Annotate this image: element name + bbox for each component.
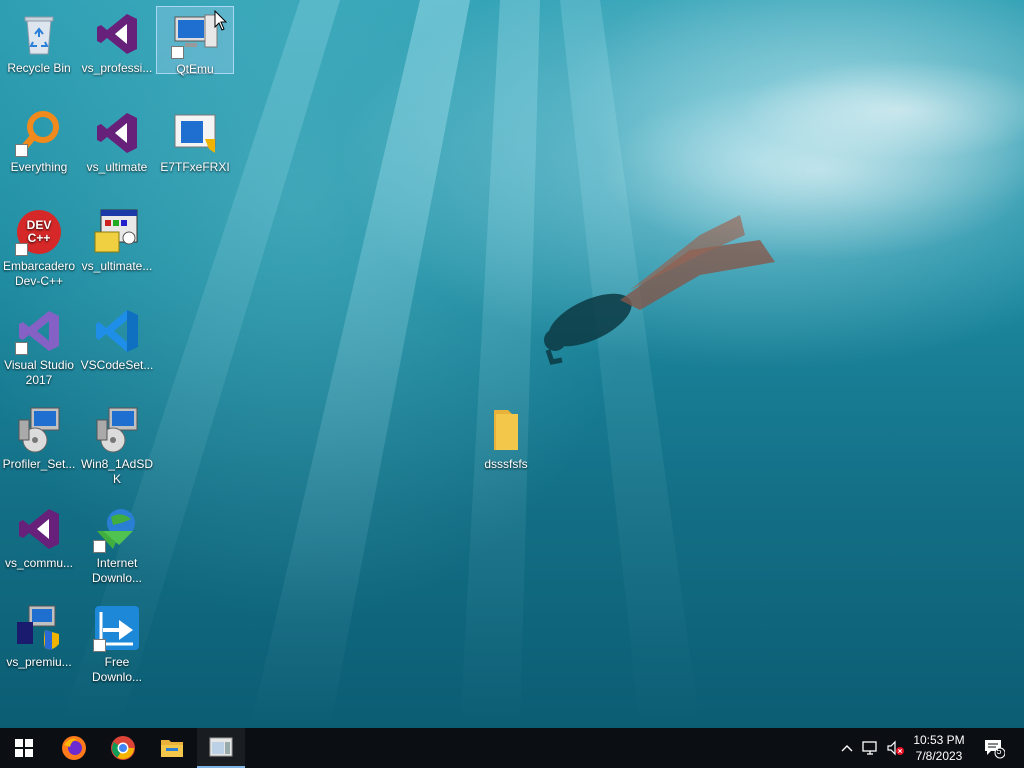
desktop-icon-label: vs_ultimate xyxy=(86,160,148,174)
volume-muted-icon xyxy=(887,740,904,756)
desktop-icon-label: Free Downlo... xyxy=(91,655,143,684)
taskbar-clock[interactable]: 10:53 PM 7/8/2023 xyxy=(906,732,972,766)
desktop[interactable]: Recycle Bin Everything DEV C++ Embarcade… xyxy=(0,0,1024,728)
window-shortcut-icon xyxy=(171,109,219,157)
internet-download-manager-icon[interactable]: Internet Downlo... xyxy=(78,501,156,593)
mouse-cursor-icon xyxy=(214,10,228,31)
notification-count-badge: 5 xyxy=(996,746,1002,756)
devcpp-logo-icon: DEV C++ xyxy=(15,208,63,256)
firefox-icon xyxy=(62,736,86,760)
network-button[interactable] xyxy=(860,728,882,768)
folder-icon xyxy=(161,740,183,757)
desktop-icon-label: VSCodeSet... xyxy=(80,358,154,372)
devcpp-icon[interactable]: DEV C++ Embarcadero Dev-C++ xyxy=(0,204,78,290)
vs-premium-icon[interactable]: vs_premiu... xyxy=(0,600,78,692)
visual-studio-logo-icon xyxy=(93,10,141,58)
vs-ultimate-icon[interactable]: vs_ultimate xyxy=(78,105,156,197)
installer-icon xyxy=(93,406,141,454)
globe-download-icon xyxy=(93,505,141,553)
desktop-icon-label: QtEmu xyxy=(176,62,214,76)
desktop-icon-label: Everything xyxy=(10,160,68,174)
taskbar-file-explorer-button[interactable] xyxy=(148,728,196,768)
free-download-manager-icon[interactable]: Free Downlo... xyxy=(78,600,156,692)
desktop-icon-label: Internet Downlo... xyxy=(91,556,143,585)
taskbar-window-button[interactable] xyxy=(197,728,245,768)
arrow-download-icon xyxy=(93,604,141,652)
volume-button[interactable] xyxy=(884,728,906,768)
svg-text:C++: C++ xyxy=(28,231,51,245)
visual-studio-logo-icon xyxy=(15,505,63,553)
folder-icon xyxy=(482,406,530,454)
chevron-up-icon xyxy=(841,745,853,752)
taskbar-firefox-button[interactable] xyxy=(50,728,98,768)
svg-text:DEV: DEV xyxy=(27,218,52,232)
folder-dsssfsfs[interactable]: dsssfsfs xyxy=(467,402,545,494)
clock-time: 10:53 PM xyxy=(913,733,965,747)
shortcut-arrow-icon xyxy=(15,144,28,157)
visual-studio-logo-icon xyxy=(15,307,63,355)
visual-studio-logo-icon xyxy=(93,109,141,157)
magnifier-icon xyxy=(15,109,63,157)
vscode-setup-icon[interactable]: VSCodeSet... xyxy=(78,303,156,395)
setup-window-icon xyxy=(93,208,141,256)
desktop-icon-label: dsssfsfs xyxy=(484,457,528,471)
start-button[interactable] xyxy=(0,728,48,768)
desktop-icon-label: vs_commu... xyxy=(4,556,73,570)
windows-logo-icon xyxy=(15,739,33,757)
recycle-bin-icon[interactable]: Recycle Bin xyxy=(0,6,78,98)
clock-date: 7/8/2023 xyxy=(915,749,963,763)
taskbar-chrome-button[interactable] xyxy=(99,728,147,768)
computer-monitor-icon xyxy=(171,11,219,59)
taskbar: 10:53 PM 7/8/2023 5 xyxy=(0,728,1024,768)
desktop-icon-label: Win8_1AdSDK xyxy=(80,457,154,486)
shortcut-arrow-icon xyxy=(15,243,28,256)
shortcut-arrow-icon xyxy=(15,342,28,355)
action-center-button[interactable]: 5 xyxy=(980,728,1008,768)
desktop-icon-label: Visual Studio 2017 xyxy=(4,358,74,387)
vs-professional-icon[interactable]: vs_professi... xyxy=(78,6,156,98)
app-window-icon xyxy=(209,737,233,757)
shortcut-arrow-icon xyxy=(93,540,106,553)
win8-sdk-icon[interactable]: Win8_1AdSDK xyxy=(78,402,156,494)
desktop-icon-label: vs_premiu... xyxy=(6,655,72,669)
installer-shield-icon xyxy=(15,604,63,652)
vs-ultimate-setup-icon[interactable]: vs_ultimate... xyxy=(78,204,156,296)
vscode-logo-icon xyxy=(93,307,141,355)
desktop-icon-label: vs_professi... xyxy=(81,61,153,75)
visual-studio-2017-icon[interactable]: Visual Studio 2017 xyxy=(0,303,78,395)
installer-icon xyxy=(15,406,63,454)
network-icon xyxy=(862,741,877,755)
chrome-icon xyxy=(111,736,135,760)
e7tfxefrxi-icon[interactable]: E7TFxeFRXI xyxy=(156,105,234,197)
everything-icon[interactable]: Everything xyxy=(0,105,78,197)
desktop-icon-label: Recycle Bin xyxy=(7,61,71,75)
desktop-icon-label: Embarcadero Dev-C++ xyxy=(2,259,76,288)
vs-community-icon[interactable]: vs_commu... xyxy=(0,501,78,593)
show-hidden-icons-button[interactable] xyxy=(838,728,856,768)
recycle-bin-icon xyxy=(15,10,63,58)
desktop-icon-label: E7TFxeFRXI xyxy=(160,160,230,174)
shortcut-arrow-icon xyxy=(171,46,184,59)
desktop-icon-label: vs_ultimate... xyxy=(81,259,153,273)
desktop-icon-label: Profiler_Set... xyxy=(2,457,76,471)
shortcut-arrow-icon xyxy=(93,639,106,652)
profiler-setup-icon[interactable]: Profiler_Set... xyxy=(0,402,78,494)
